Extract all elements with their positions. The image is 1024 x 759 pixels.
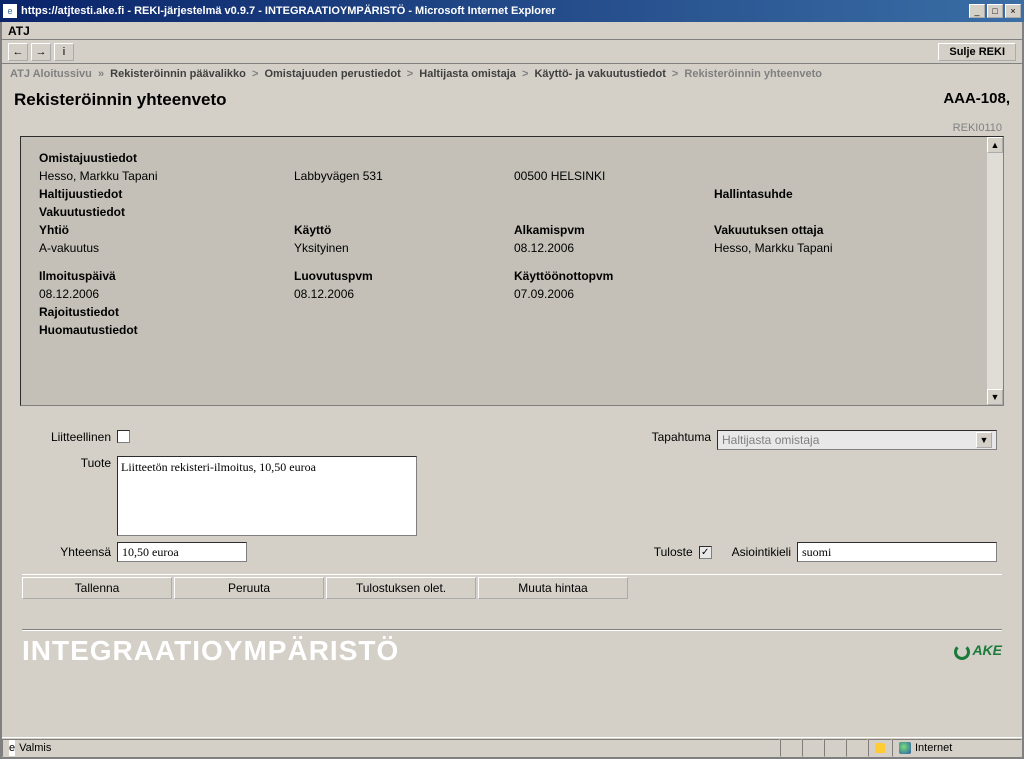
close-reki-button[interactable]: Sulje REKI xyxy=(938,43,1016,61)
printout-label: Tuloste xyxy=(654,545,699,559)
language-field[interactable]: suomi xyxy=(797,542,997,562)
policyholder-label: Vakuutuksen ottaja xyxy=(714,223,934,237)
status-empty xyxy=(824,739,846,757)
usage-value: Yksityinen xyxy=(294,241,514,255)
notifdate-label: Ilmoituspäivä xyxy=(39,269,294,283)
event-value: Haltijasta omistaja xyxy=(722,433,819,447)
remarks-header: Huomautustiedot xyxy=(39,323,985,337)
atj-menu[interactable]: ATJ xyxy=(2,22,1022,40)
holdership-header: Haltijuustiedot xyxy=(39,187,294,201)
handoverdate-value: 08.12.2006 xyxy=(294,287,514,301)
status-zone: Internet xyxy=(892,739,1022,757)
ownership-header: Omistajuustiedot xyxy=(39,151,985,165)
page-title: Rekisteröinnin yhteenveto xyxy=(14,90,943,110)
info-button[interactable]: i xyxy=(54,43,74,61)
breadcrumb-item[interactable]: Haltijasta omistaja xyxy=(419,68,516,80)
handoverdate-label: Luovutuspvm xyxy=(294,269,514,283)
status-empty xyxy=(780,739,802,757)
usedate-label: Käyttöönottopvm xyxy=(514,269,714,283)
status-empty xyxy=(802,739,824,757)
breadcrumb: ATJ Aloitussivu » Rekisteröinnin päävali… xyxy=(2,64,1022,84)
language-label: Asiointikieli xyxy=(732,545,797,559)
owner-address: Labbyvägen 531 xyxy=(294,169,514,183)
breadcrumb-item[interactable]: ATJ Aloitussivu xyxy=(10,68,92,80)
product-label: Tuote xyxy=(27,456,117,470)
cancel-button[interactable]: Peruuta xyxy=(174,577,324,599)
back-button[interactable]: ← xyxy=(8,43,28,61)
breadcrumb-item[interactable]: Omistajuuden perustiedot xyxy=(264,68,400,80)
total-label: Yhteensä xyxy=(27,545,117,559)
notifdate-value: 08.12.2006 xyxy=(39,287,294,301)
startdate-value: 08.12.2006 xyxy=(514,241,714,255)
ie-icon: e xyxy=(3,4,17,18)
attachments-label: Liitteellinen xyxy=(27,430,117,444)
company-value: A-vakuutus xyxy=(39,241,294,255)
summary-panel: ▲ ▼ Omistajuustiedot Hesso, Markku Tapan… xyxy=(20,136,1004,406)
ake-logo: AKE xyxy=(954,642,1002,659)
control-relation-header: Hallintasuhde xyxy=(714,187,934,201)
app-area: ATJ ← → i Sulje REKI ATJ Aloitussivu » R… xyxy=(0,22,1024,759)
action-button-row: Tallenna Peruuta Tulostuksen olet. Muuta… xyxy=(22,574,1002,599)
registration-plate: AAA-108, xyxy=(943,90,1010,110)
total-field[interactable]: 10,50 euroa xyxy=(117,542,247,562)
product-textarea[interactable]: Liitteetön rekisteri-ilmoitus, 10,50 eur… xyxy=(117,456,417,536)
page-icon: e xyxy=(9,740,15,756)
change-price-button[interactable]: Muuta hintaa xyxy=(478,577,628,599)
scrollbar-track[interactable] xyxy=(987,153,1003,389)
form-area: Liitteellinen Tapahtuma Haltijasta omist… xyxy=(27,430,997,562)
event-dropdown[interactable]: Haltijasta omistaja ▼ xyxy=(717,430,997,450)
owner-name: Hesso, Markku Tapani xyxy=(39,169,294,183)
close-button[interactable]: × xyxy=(1005,4,1021,18)
status-lock xyxy=(868,739,892,757)
printout-checkbox[interactable]: ✓ xyxy=(699,546,712,559)
insurance-header: Vakuutustiedot xyxy=(39,205,985,219)
divider xyxy=(22,629,1002,631)
breadcrumb-item[interactable]: Käyttö- ja vakuutustiedot xyxy=(534,68,665,80)
company-label: Yhtiö xyxy=(39,223,294,237)
lock-icon xyxy=(875,743,885,753)
usedate-value: 07.09.2006 xyxy=(514,287,714,301)
chevron-down-icon[interactable]: ▼ xyxy=(976,432,992,448)
policyholder-value: Hesso, Markku Tapani xyxy=(714,241,934,255)
attachments-checkbox[interactable] xyxy=(117,430,130,443)
window-titlebar: e https://atjtesti.ake.fi - REKI-järjest… xyxy=(0,0,1024,22)
statusbar: e Valmis Internet xyxy=(2,737,1022,757)
scroll-up-button[interactable]: ▲ xyxy=(987,137,1003,153)
breadcrumb-item: Rekisteröinnin yhteenveto xyxy=(684,68,822,80)
forward-button[interactable]: → xyxy=(31,43,51,61)
environment-watermark: INTEGRAATIOYMPÄRISTÖ xyxy=(22,635,954,667)
screen-id: REKI0110 xyxy=(2,120,1022,136)
globe-icon xyxy=(899,742,911,754)
breadcrumb-item[interactable]: Rekisteröinnin päävalikko xyxy=(110,68,246,80)
usage-label: Käyttö xyxy=(294,223,514,237)
print-defaults-button[interactable]: Tulostuksen olet. xyxy=(326,577,476,599)
status-ready: e Valmis xyxy=(2,739,780,757)
save-button[interactable]: Tallenna xyxy=(22,577,172,599)
owner-city: 00500 HELSINKI xyxy=(514,169,714,183)
scroll-down-button[interactable]: ▼ xyxy=(987,389,1003,405)
ake-logo-icon xyxy=(954,644,970,660)
restrictions-header: Rajoitustiedot xyxy=(39,305,985,319)
maximize-button[interactable]: □ xyxy=(987,4,1003,18)
window-title: https://atjtesti.ake.fi - REKI-järjestel… xyxy=(21,5,967,17)
toolbar: ← → i Sulje REKI xyxy=(2,40,1022,64)
status-empty xyxy=(846,739,868,757)
startdate-label: Alkamispvm xyxy=(514,223,714,237)
minimize-button[interactable]: _ xyxy=(969,4,985,18)
event-label: Tapahtuma xyxy=(652,430,717,444)
